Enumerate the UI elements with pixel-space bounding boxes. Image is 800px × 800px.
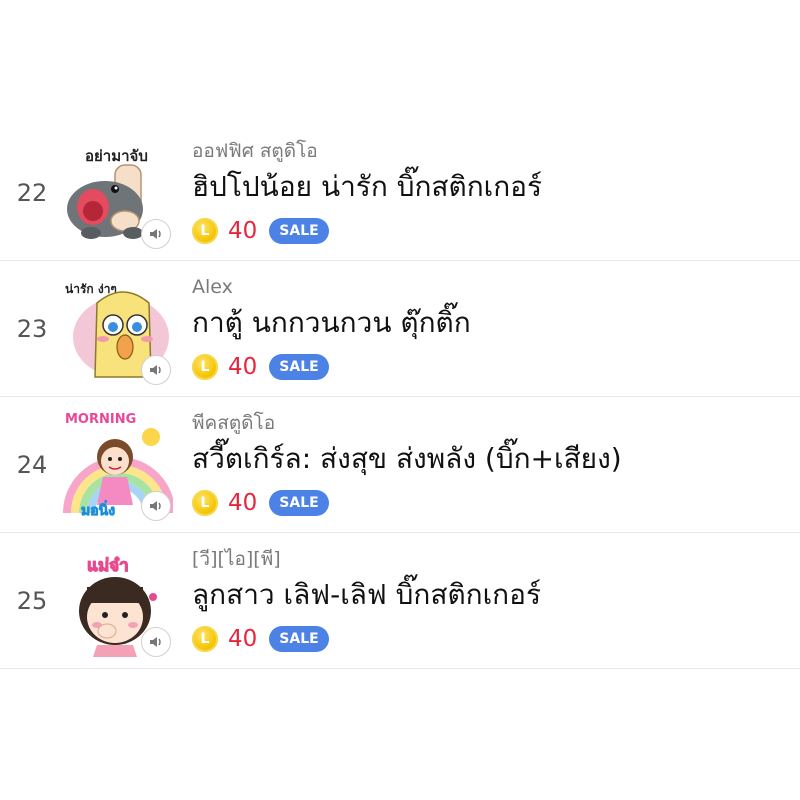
rank-number: 25 — [16, 587, 48, 615]
list-item[interactable]: 23 น่ารัก ง่าๆ Alex กาตู้ นกกวนกวน ตุ๊กต… — [0, 261, 800, 397]
sale-badge: SALE — [269, 354, 329, 380]
author-name[interactable]: พีคสตูดิโอ — [192, 409, 622, 437]
bird-sticker-icon[interactable]: น่ารัก ง่าๆ — [63, 273, 173, 385]
price-line: L 40 SALE — [192, 349, 471, 385]
sticker-title[interactable]: กาตู้ นกกวนกวน ตุ๊กติ๊ก — [192, 301, 471, 347]
sale-badge: SALE — [269, 218, 329, 244]
sticker-ranking-list: 22 อย่ามาจับ ออฟฟิศ สตูดิโอ ฮิปโปน้อย น่… — [0, 125, 800, 669]
rank-number: 23 — [16, 315, 48, 343]
list-item[interactable]: 22 อย่ามาจับ ออฟฟิศ สตูดิโอ ฮิปโปน้อย น่… — [0, 125, 800, 261]
rank-number: 22 — [16, 179, 48, 207]
price: 40 — [228, 626, 258, 652]
girl-sticker-icon[interactable]: แม่จ๋า — [63, 545, 173, 657]
coin-icon: L — [192, 626, 218, 652]
sale-badge: SALE — [269, 490, 329, 516]
thumb-caption: แม่จ๋า — [87, 556, 129, 576]
author-name[interactable]: ออฟฟิศ สตูดิโอ — [192, 137, 542, 165]
coin-icon: L — [192, 354, 218, 380]
rank-number: 24 — [16, 451, 48, 479]
sticker-info: ออฟฟิศ สตูดิโอ ฮิปโปน้อย น่ารัก บิ๊กสติก… — [192, 137, 542, 249]
price-line: L 40 SALE — [192, 485, 622, 521]
sound-icon[interactable] — [141, 627, 171, 657]
sticker-title[interactable]: ลูกสาว เลิฟ-เลิฟ บิ๊กสติกเกอร์ — [192, 573, 541, 619]
price-line: L 40 SALE — [192, 621, 541, 657]
sale-badge: SALE — [269, 626, 329, 652]
author-name[interactable]: Alex — [192, 273, 471, 301]
sticker-title[interactable]: ฮิปโปน้อย น่ารัก บิ๊กสติกเกอร์ — [192, 165, 542, 211]
thumb-caption: อย่ามาจับ — [85, 147, 148, 165]
thumb-caption-2: มอนิ่ง — [81, 500, 115, 519]
price-line: L 40 SALE — [192, 213, 542, 249]
price: 40 — [228, 218, 258, 244]
sticker-info: Alex กาตู้ นกกวนกวน ตุ๊กติ๊ก L 40 SALE — [192, 273, 471, 385]
sound-icon[interactable] — [141, 491, 171, 521]
sound-icon[interactable] — [141, 219, 171, 249]
girl-rainbow-sticker-icon[interactable]: MORNING มอนิ่ง — [63, 409, 173, 521]
list-item[interactable]: 25 แม่จ๋า [วี][ไอ][พี] ลูกสาว เลิฟ-เลิฟ … — [0, 533, 800, 669]
list-item[interactable]: 24 MORNING มอนิ่ง พีคสตูดิโอ สวี๊ตเกิร์ล… — [0, 397, 800, 533]
sticker-info: [วี][ไอ][พี] ลูกสาว เลิฟ-เลิฟ บิ๊กสติกเก… — [192, 545, 541, 657]
price: 40 — [228, 490, 258, 516]
coin-icon: L — [192, 218, 218, 244]
sticker-info: พีคสตูดิโอ สวี๊ตเกิร์ล: ส่งสุข ส่งพลัง (… — [192, 409, 622, 521]
sticker-title[interactable]: สวี๊ตเกิร์ล: ส่งสุข ส่งพลัง (บิ๊ก+เสียง) — [192, 437, 622, 483]
author-name[interactable]: [วี][ไอ][พี] — [192, 545, 541, 573]
coin-icon: L — [192, 490, 218, 516]
hippo-sticker-icon[interactable]: อย่ามาจับ — [63, 137, 173, 249]
price: 40 — [228, 354, 258, 380]
thumb-caption: MORNING — [65, 412, 136, 427]
sound-icon[interactable] — [141, 355, 171, 385]
thumb-caption: น่ารัก ง่าๆ — [65, 282, 117, 296]
